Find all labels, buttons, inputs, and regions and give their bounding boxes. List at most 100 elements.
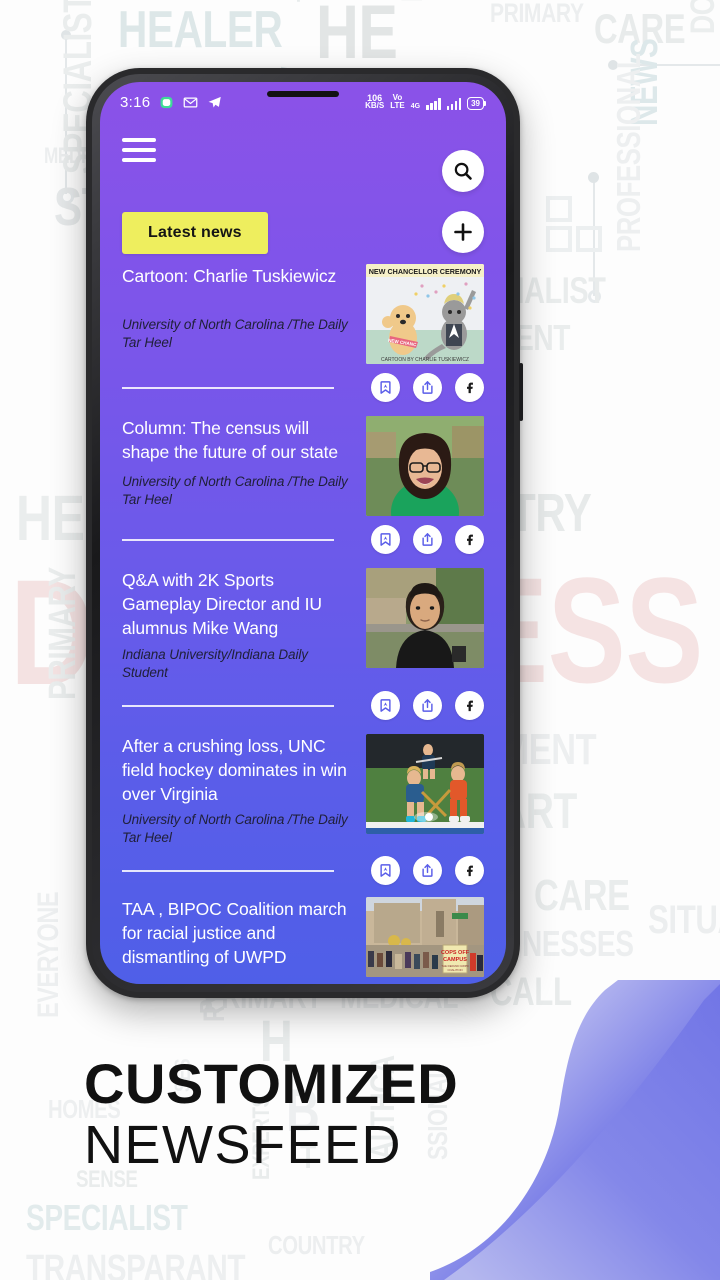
- bookmark-button[interactable]: [371, 524, 400, 554]
- svg-text:COPS OFF: COPS OFF: [441, 950, 470, 956]
- bookmark-icon: [380, 698, 391, 712]
- news-source: University of North Carolina /The Daily …: [122, 812, 348, 845]
- word-cloud-word: PREP: [396, 0, 429, 2]
- word-cloud-word: DORMPRESS: [684, 0, 720, 34]
- message-icon: [159, 95, 174, 110]
- facebook-share-button[interactable]: [455, 855, 484, 885]
- facebook-icon: [467, 382, 473, 393]
- facebook-icon: [467, 700, 473, 711]
- decor-square-a: [546, 196, 572, 222]
- app-top-bar: Latest news: [100, 122, 506, 254]
- promo-headline-line2: NEWSFEED: [84, 1115, 403, 1175]
- phone-earpiece: [267, 91, 339, 97]
- search-button[interactable]: [442, 150, 484, 192]
- news-thumbnail[interactable]: [366, 734, 484, 834]
- share-button[interactable]: [413, 690, 442, 720]
- status-bar: 3:16 106 KB/S Vo LTE 4G 39: [100, 82, 506, 122]
- news-thumbnail[interactable]: [366, 416, 484, 516]
- news-title: TAA , BIPOC Coalition march for racial j…: [122, 899, 347, 967]
- divider: [122, 705, 334, 707]
- plus-icon: [454, 223, 472, 241]
- word-cloud-word: TRY: [510, 483, 592, 543]
- share-icon: [422, 380, 433, 394]
- news-thumbnail[interactable]: COPS OFF CAMPUS THE DEFUND UWPD COALITIO…: [366, 897, 484, 977]
- svg-text:CAMPUS: CAMPUS: [443, 957, 467, 963]
- news-thumbnail[interactable]: NEW CHANCELLOR CEREMONY NEW CHANC CARTOO…: [366, 264, 484, 364]
- bookmark-icon: [380, 532, 391, 546]
- decor-square-c: [576, 226, 602, 252]
- signal-bars-sim2-icon: [446, 98, 462, 110]
- svg-text:NEW CHANCELLOR CEREMONY: NEW CHANCELLOR CEREMONY: [369, 267, 482, 276]
- divider: [122, 387, 334, 389]
- divider: [122, 870, 334, 872]
- promo-headline-line1: CUSTOMIZED: [84, 1052, 459, 1115]
- network-speed-indicator: 106 KB/S: [365, 93, 385, 110]
- news-title: After a crushing loss, UNC field hockey …: [122, 736, 347, 804]
- word-cloud-word: PRIMARY: [490, 0, 584, 28]
- word-cloud-word: HE: [316, 0, 398, 75]
- bookmark-icon: [380, 863, 391, 877]
- svg-text:COALITION: COALITION: [447, 968, 462, 972]
- add-button[interactable]: [442, 211, 484, 253]
- share-icon: [422, 698, 433, 712]
- news-title: Column: The census will shape the future…: [122, 418, 338, 462]
- word-cloud-word: PRIMARY: [42, 567, 84, 700]
- news-actions: [122, 524, 484, 554]
- bookmark-button[interactable]: [371, 690, 400, 720]
- news-source: University of North Carolina /The Daily …: [122, 474, 348, 507]
- share-button[interactable]: [413, 855, 442, 885]
- word-cloud-word: CARE: [534, 871, 630, 920]
- network-type-label: 4G: [410, 103, 421, 110]
- svg-text:CARTOON BY CHARLIE TUSKIEWICZ: CARTOON BY CHARLIE TUSKIEWICZ: [381, 357, 469, 363]
- status-bar-right: 106 KB/S Vo LTE 4G 39: [365, 93, 486, 110]
- facebook-icon: [467, 865, 473, 876]
- word-cloud-word: HEALER: [118, 1, 283, 59]
- news-list-item[interactable]: Column: The census will shape the future…: [122, 402, 484, 554]
- status-time: 3:16: [120, 93, 151, 111]
- facebook-share-button[interactable]: [455, 690, 484, 720]
- facebook-share-button[interactable]: [455, 372, 484, 402]
- word-cloud-word: SITUA: [648, 898, 720, 942]
- facebook-icon: [467, 534, 473, 545]
- decor-dot-right-mid: [588, 172, 599, 183]
- news-source: University of North Carolina /The Daily …: [122, 317, 348, 350]
- telegram-icon: [207, 95, 222, 110]
- news-list-item[interactable]: Cartoon: Charlie Tuskiewicz University o…: [122, 250, 484, 402]
- news-list-item[interactable]: After a crushing loss, UNC field hockey …: [122, 720, 484, 885]
- phone-screen: 3:16 106 KB/S Vo LTE 4G 39 Latest news C…: [100, 82, 506, 984]
- word-cloud-word: PROFESSIONAL: [610, 53, 647, 252]
- word-cloud-word: TRANSPARANT: [26, 1248, 246, 1280]
- news-feed-list[interactable]: Cartoon: Charlie Tuskiewicz University o…: [100, 250, 506, 977]
- promo-headline: CUSTOMIZED NEWSFEED: [84, 1052, 644, 1176]
- hamburger-menu-icon[interactable]: [122, 138, 156, 162]
- phone-mockup: 3:16 106 KB/S Vo LTE 4G 39 Latest news C…: [86, 68, 523, 998]
- decor-square-b: [546, 226, 572, 252]
- news-source: Indiana University/Indiana Daily Student: [122, 647, 308, 680]
- news-list-item[interactable]: TAA , BIPOC Coalition march for racial j…: [122, 885, 484, 977]
- bookmark-button[interactable]: [371, 855, 400, 885]
- news-list-item[interactable]: Q&A with 2K Sports Gameplay Director and…: [122, 554, 484, 720]
- gmail-icon: [183, 95, 198, 110]
- share-icon: [422, 532, 433, 546]
- volte-icon: Vo LTE: [390, 93, 405, 110]
- share-button[interactable]: [413, 372, 442, 402]
- divider: [122, 539, 334, 541]
- phone-side-button: [519, 363, 523, 421]
- share-button[interactable]: [413, 524, 442, 554]
- news-title: Q&A with 2K Sports Gameplay Director and…: [122, 570, 322, 638]
- bookmark-button[interactable]: [371, 372, 400, 402]
- signal-bars-sim1-icon: [426, 98, 441, 110]
- word-cloud-word: NESSES: [522, 923, 634, 964]
- status-bar-left: 3:16: [120, 94, 222, 111]
- word-cloud-word: SPECIALIST: [26, 1197, 188, 1238]
- news-actions: [122, 855, 484, 885]
- search-icon: [454, 162, 472, 180]
- latest-news-chip[interactable]: Latest news: [122, 212, 268, 254]
- news-actions: [122, 372, 484, 402]
- facebook-share-button[interactable]: [455, 524, 484, 554]
- news-title: Cartoon: Charlie Tuskiewicz: [122, 266, 337, 286]
- word-cloud-word: COUNTRY: [268, 1230, 365, 1260]
- battery-indicator: 39: [467, 97, 486, 110]
- news-actions: [122, 690, 484, 720]
- news-thumbnail[interactable]: [366, 568, 484, 668]
